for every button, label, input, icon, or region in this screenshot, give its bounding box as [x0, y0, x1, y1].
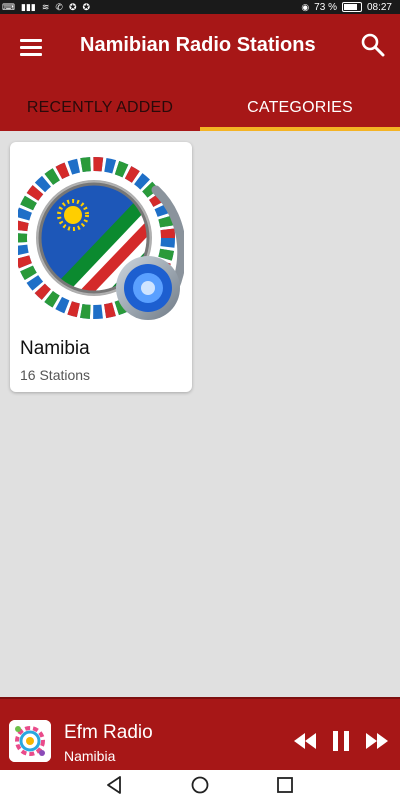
status-right-icons: ◉ 73 % 08:27 [301, 0, 392, 14]
keyboard-icon: ⌨ [2, 1, 15, 12]
category-name: Namibia [20, 338, 90, 359]
search-icon[interactable] [360, 32, 386, 58]
status-bar: ⌨ ▮▮▮ ≋ ✆ ✪ ✪ ◉ 73 % 08:27 [0, 0, 400, 14]
page-title: Namibian Radio Stations [80, 34, 316, 56]
status-left-icons: ⌨ ▮▮▮ ≋ ✆ ✪ ✪ [2, 0, 90, 14]
app-bar: Namibian Radio Stations RECENTLY ADDED C… [0, 14, 400, 131]
tab-categories[interactable]: CATEGORIES [200, 85, 400, 131]
status-time: 08:27 [366, 1, 392, 13]
category-card[interactable]: Namibia 16 Stations [10, 142, 192, 392]
station-logo [9, 720, 51, 762]
fast-forward-icon[interactable] [366, 733, 388, 749]
system-nav-bar [0, 770, 400, 800]
notification-icon: ✆ [55, 1, 63, 12]
home-icon[interactable] [190, 776, 210, 794]
wifi-icon: ≋ [41, 1, 50, 12]
back-icon[interactable] [105, 776, 125, 794]
player-station-country: Namibia [64, 748, 116, 764]
notification-icon: ✪ [82, 1, 91, 12]
hamburger-menu-icon[interactable] [18, 36, 44, 58]
battery-percent: 73 % [314, 1, 337, 13]
battery-icon [341, 2, 362, 12]
pause-icon[interactable] [331, 731, 351, 751]
signal-icon: ▮▮▮ [21, 1, 36, 12]
notification-icon: ✪ [68, 1, 77, 12]
recents-icon[interactable] [275, 776, 295, 794]
tab-bar: RECENTLY ADDED CATEGORIES [0, 85, 400, 131]
rewind-icon[interactable] [294, 733, 316, 749]
station-count: 16 Stations [20, 367, 91, 383]
now-playing-bar[interactable]: Efm Radio Namibia [0, 697, 400, 770]
player-station-name: Efm Radio [64, 722, 153, 743]
tab-indicator [200, 127, 400, 131]
eye-icon: ◉ [301, 1, 310, 12]
tab-recently-added[interactable]: RECENTLY ADDED [0, 85, 200, 131]
namibia-flag-headphones-icon [18, 157, 184, 320]
